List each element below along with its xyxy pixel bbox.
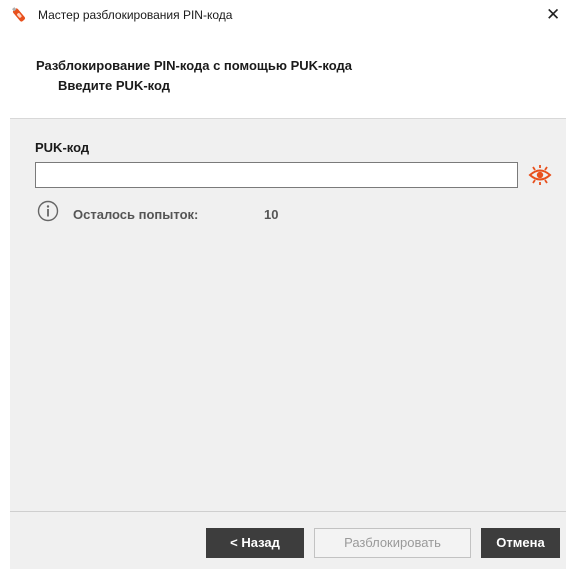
attempts-remaining-value: 10 bbox=[264, 207, 279, 222]
close-button[interactable]: ✕ bbox=[546, 4, 566, 26]
window-title: Мастер разблокирования PIN-кода bbox=[38, 8, 233, 22]
puk-field-label: PUK-код bbox=[35, 140, 90, 155]
attempts-remaining-label: Осталось попыток: bbox=[73, 207, 199, 222]
title-bar: Мастер разблокирования PIN-кода ✕ bbox=[0, 0, 566, 30]
page-title: Разблокирование PIN-кода с помощью PUK-к… bbox=[36, 58, 352, 73]
unlock-pin-wizard-window: Мастер разблокирования PIN-кода ✕ Разбло… bbox=[0, 0, 566, 569]
unlock-button[interactable]: Разблокировать bbox=[314, 528, 471, 558]
wizard-footer: < Назад Разблокировать Отмена bbox=[10, 511, 566, 569]
eye-icon[interactable] bbox=[528, 163, 552, 187]
page-subtitle: Введите PUK-код bbox=[58, 78, 171, 93]
cancel-button[interactable]: Отмена bbox=[481, 528, 560, 558]
puk-input[interactable] bbox=[35, 162, 518, 188]
wizard-body: PUK-код Осталось попыток: 10 bbox=[10, 118, 566, 511]
back-button[interactable]: < Назад bbox=[206, 528, 304, 558]
info-icon bbox=[37, 200, 59, 222]
usb-token-icon bbox=[10, 7, 28, 23]
wizard-header: Разблокирование PIN-кода с помощью PUK-к… bbox=[0, 30, 566, 118]
